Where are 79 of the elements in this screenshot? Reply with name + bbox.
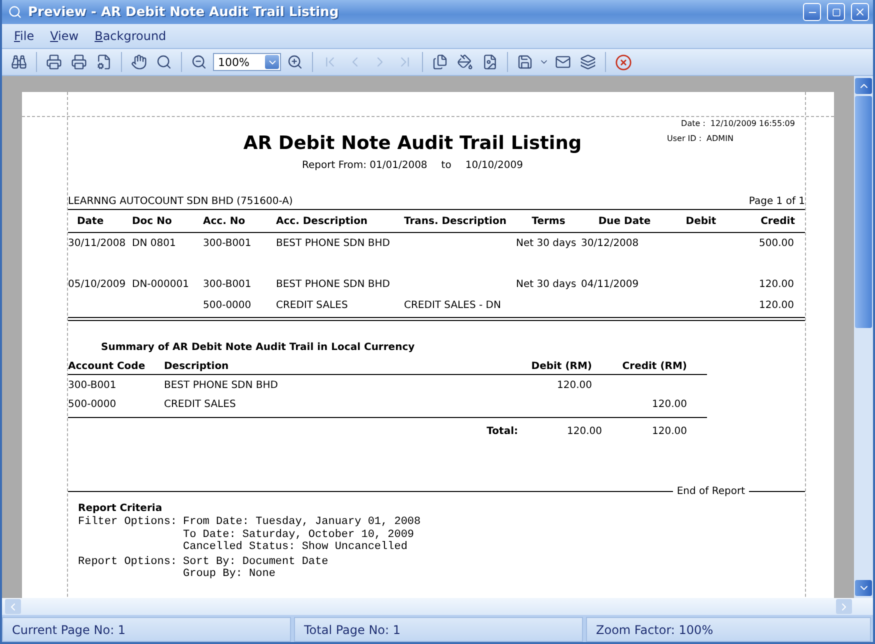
table-cell-text: DN-000001 <box>132 279 190 290</box>
column-header: Trans. Description <box>404 216 508 226</box>
criteria-label: Filter Options: <box>78 516 178 530</box>
report-range: Report From: 01/01/2008 <box>302 160 428 171</box>
user-id: ADMIN <box>706 134 734 143</box>
table-cell-text: 300-B001 <box>203 238 252 249</box>
maximize-icon <box>832 8 840 16</box>
menu-item[interactable]: File <box>8 27 40 45</box>
table-cell-text: CREDIT SALES - DN <box>404 300 502 311</box>
table-cell-text: DN 0801 <box>132 238 177 249</box>
close-button[interactable] <box>851 3 869 21</box>
page-number: Page 1 of 1 <box>748 196 805 207</box>
table-cell-text: 120.00 <box>758 300 795 311</box>
maximize-button[interactable] <box>827 3 845 21</box>
total-credit: 120.00 <box>651 426 688 436</box>
table-cell-text: Net 30 days <box>516 279 578 290</box>
table-cell-text: CREDIT SALES <box>276 300 349 311</box>
column-header: Due Date <box>597 216 652 226</box>
status-panel: Current Page No: 1 <box>2 617 291 642</box>
table-cell-text: 120.00 <box>651 399 688 410</box>
table-cell-text: Net 30 days <box>516 238 578 249</box>
criteria-value: Group By: None <box>183 568 276 581</box>
column-header: Debit <box>684 216 718 226</box>
table-cell-text: 300-B001 <box>203 279 252 290</box>
menu-item[interactable]: Background <box>88 27 172 45</box>
table-cell-text: 500-0000 <box>203 300 252 311</box>
end-of-report: End of Report <box>676 486 745 497</box>
column-header: Date <box>76 216 105 226</box>
status-panel: Zoom Factor: 100% <box>586 617 871 642</box>
criteria-label: Report Options: <box>78 556 178 570</box>
table-cell-text: 30/11/2008 <box>68 238 127 249</box>
column-header: Description <box>164 360 230 372</box>
range-separator: to <box>441 160 452 171</box>
column-header: Terms <box>530 216 566 226</box>
company-name: LEARNNG AUTOCOUNT SDN BHD (751600-A) <box>68 196 293 207</box>
column-header: Credit <box>760 216 796 226</box>
dropdown-icon[interactable] <box>265 55 279 69</box>
report-title: AR Debit Note Audit Trail Listing <box>243 133 582 154</box>
column-header: Acc. No <box>203 216 246 226</box>
scroll-thumb[interactable] <box>855 96 872 328</box>
criteria-value: Sort By: Document Date <box>183 556 330 568</box>
print-date: 12/10/2009 16:55:09 <box>710 119 795 128</box>
summary-title: Summary of AR Debit Note Audit Trail in Local Currency <box>101 342 415 353</box>
table-cell-text: BEST PHONE SDN BHD <box>276 238 391 249</box>
criteria-title: Report Criteria <box>78 503 164 514</box>
criteria-value: To Date: Saturday, October 10, 2009 <box>183 528 416 541</box>
report-range-end: 10/10/2009 <box>465 160 523 171</box>
table-cell-text: BEST PHONE SDN BHD <box>164 380 279 391</box>
total-debit: 120.00 <box>566 426 602 436</box>
scroll-up-icon[interactable] <box>855 78 872 94</box>
table-cell-text: 500.00 <box>758 238 795 249</box>
minimize-button[interactable] <box>803 3 821 21</box>
column-header: Doc No <box>132 216 173 226</box>
menu-item[interactable]: View <box>44 27 85 45</box>
column-header: Account Code <box>68 360 146 372</box>
table-cell-text: 500-0000 <box>68 399 118 410</box>
table-cell-text: 30/12/2008 <box>581 238 640 249</box>
criteria-value: From Date: Tuesday, January 01, 2008 <box>183 516 422 529</box>
window-title: Preview - AR Debit Note Audit Trail Listing <box>28 4 340 20</box>
close-icon <box>854 6 866 18</box>
table-cell-text: 120.00 <box>556 380 593 391</box>
total-label: Total: <box>486 426 518 436</box>
table-cell-text: 05/10/2009 <box>68 279 127 290</box>
criteria-value: Cancelled Status: Show Uncancelled <box>183 541 408 554</box>
scroll-down-icon[interactable] <box>855 580 872 596</box>
column-header: Acc. Description <box>276 216 369 226</box>
table-cell-text: 04/11/2009 <box>581 279 640 290</box>
user-label: User ID : <box>667 134 702 143</box>
date-label: Date : <box>681 119 706 128</box>
vertical-scrollbar[interactable] <box>854 76 873 598</box>
column-header: Debit (RM) <box>530 360 593 372</box>
column-header: Credit (RM) <box>621 360 688 372</box>
table-cell-text: BEST PHONE SDN BHD <box>276 279 391 290</box>
table-cell-text: 120.00 <box>758 279 795 290</box>
table-cell-text: 300-B001 <box>68 380 118 391</box>
app-icon <box>8 5 22 19</box>
table-cell-text: CREDIT SALES <box>164 399 237 410</box>
status-panel: Total Page No: 1 <box>294 617 583 642</box>
zoom-combo[interactable]: 100% <box>213 53 281 71</box>
